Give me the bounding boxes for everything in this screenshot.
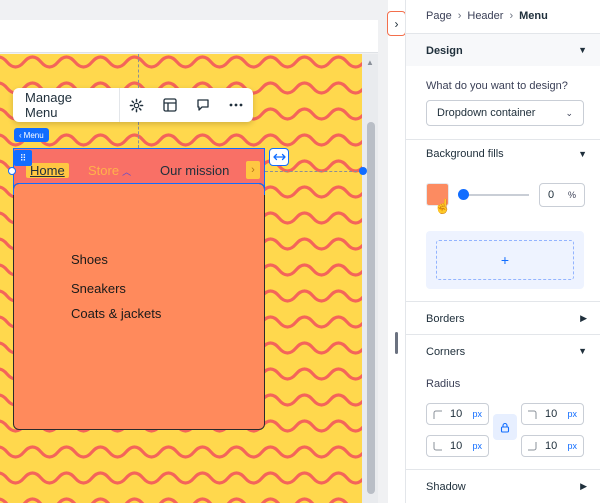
caret-down-icon: ▼ <box>578 149 587 159</box>
canvas-header-strip <box>0 20 378 53</box>
design-question-label: What do you want to design? <box>426 80 568 92</box>
lock-corners-icon[interactable] <box>493 414 517 440</box>
design-panel: Page › Header › Menu Design ▼ What do yo… <box>405 0 600 503</box>
corner-bottom-right-icon <box>528 441 537 450</box>
corner-radius-value: 10 <box>450 408 463 420</box>
vertical-guide-line <box>138 122 139 148</box>
caret-down-icon: ▼ <box>578 45 587 55</box>
dropdown-item-shoes[interactable]: Shoes <box>71 252 108 267</box>
chevron-up-icon: ︿ <box>122 167 132 177</box>
opacity-input[interactable]: 0 % <box>539 183 585 207</box>
drag-handle-icon[interactable]: ⠿ <box>14 150 32 166</box>
more-actions-icon[interactable] <box>220 88 253 122</box>
radius-label: Radius <box>426 378 461 390</box>
panel-resize-grip[interactable] <box>395 332 398 354</box>
horizontal-arrows-icon <box>272 153 286 161</box>
background-fills-header[interactable]: Background fills ▼ <box>406 139 600 167</box>
corner-radius-unit: px <box>567 409 577 419</box>
corner-bottom-left-icon <box>433 441 442 450</box>
breadcrumb-header[interactable]: Header <box>467 10 503 22</box>
hand-pointer-cursor-icon: ☝ <box>434 198 452 214</box>
borders-section-header[interactable]: Borders ▶ <box>406 301 600 334</box>
background-fills-title: Background fills <box>426 148 504 160</box>
dropdown-container[interactable]: Shoes Sneakers Coats & jackets <box>13 183 265 430</box>
menu-item-home[interactable]: Home <box>26 163 69 178</box>
canvas-right-margin <box>378 20 388 503</box>
canvas-top-bar <box>0 0 388 20</box>
selected-element-tag-label: Menu <box>23 130 44 140</box>
design-target-value: Dropdown container <box>437 107 536 119</box>
opacity-slider-handle[interactable] <box>458 189 469 200</box>
vertical-guide-line <box>138 54 139 88</box>
manage-menu-label: Manage Menu <box>25 90 72 120</box>
wave-line <box>0 55 362 69</box>
corner-radius-unit: px <box>472 441 482 451</box>
dropdown-item-coats-jackets[interactable]: Coats & jackets <box>71 306 161 321</box>
borders-title: Borders <box>426 313 465 325</box>
scroll-up-arrow-icon[interactable]: ▲ <box>366 58 374 67</box>
dropdown-selection-outline <box>13 183 265 195</box>
canvas-area: ▲ Manage Menu ‹ Menu Home Store ︿ Our mi… <box>0 0 388 503</box>
horizontal-guide-line <box>265 171 362 172</box>
wave-line <box>0 471 362 485</box>
corner-top-right-icon <box>528 410 537 419</box>
design-section-header[interactable]: Design ▼ <box>406 33 600 66</box>
wave-line <box>0 133 362 147</box>
resize-handle-left[interactable] <box>8 167 16 175</box>
menu-item-store[interactable]: Store ︿ <box>88 163 131 178</box>
selected-element-tag[interactable]: ‹ Menu <box>14 128 49 142</box>
corner-top-left-icon <box>433 410 442 419</box>
collapse-panel-chevron-icon[interactable]: › <box>387 11 406 36</box>
caret-right-icon: ▶ <box>580 313 587 323</box>
canvas-scrollbar-thumb[interactable] <box>367 122 375 494</box>
stretch-width-button[interactable] <box>269 148 289 166</box>
corner-radius-bottom-right[interactable]: 10 px <box>521 435 584 457</box>
plus-icon: + <box>500 252 510 268</box>
caret-down-icon: ▼ <box>578 346 587 356</box>
editor-window: ▲ Manage Menu ‹ Menu Home Store ︿ Our mi… <box>0 0 600 503</box>
corner-radius-bottom-left[interactable]: 10 px <box>426 435 489 457</box>
resize-handle-right[interactable] <box>359 167 367 175</box>
back-chevron-icon: ‹ <box>19 130 22 140</box>
design-title: Design <box>426 45 463 57</box>
corner-radius-value: 10 <box>545 440 558 452</box>
layout-icon[interactable] <box>153 88 186 122</box>
corner-radius-top-right[interactable]: 10 px <box>521 403 584 425</box>
add-fill-area: + <box>426 231 584 289</box>
corner-radius-top-left[interactable]: 10 px <box>426 403 489 425</box>
opacity-slider-track[interactable] <box>463 194 529 196</box>
chevron-down-icon: ⌄ <box>565 107 573 118</box>
shadow-title: Shadow <box>426 481 466 493</box>
wave-line <box>0 497 349 503</box>
dropdown-item-sneakers[interactable]: Sneakers <box>71 281 126 296</box>
element-floating-toolbar: Manage Menu <box>13 88 253 122</box>
corner-radius-value: 10 <box>545 408 558 420</box>
breadcrumb: Page › Header › Menu <box>426 10 548 22</box>
corner-radius-unit: px <box>472 409 482 419</box>
opacity-value: 0 <box>548 189 555 201</box>
menu-scroll-arrow-icon[interactable]: › <box>246 161 260 179</box>
menu-item-our-mission[interactable]: Our mission <box>160 163 229 178</box>
breadcrumb-separator-icon: › <box>509 10 514 22</box>
design-target-select[interactable]: Dropdown container ⌄ <box>426 100 584 126</box>
opacity-unit: % <box>567 190 576 200</box>
caret-right-icon: ▶ <box>580 481 587 491</box>
corners-section-header[interactable]: Corners ▼ <box>406 334 600 368</box>
shadow-section-header[interactable]: Shadow ▶ <box>406 469 600 503</box>
breadcrumb-separator-icon: › <box>457 10 462 22</box>
menu-item-store-label: Store <box>88 163 120 178</box>
corner-radius-value: 10 <box>450 440 463 452</box>
add-fill-button[interactable]: + <box>436 240 574 280</box>
breadcrumb-menu: Menu <box>519 10 548 22</box>
corners-title: Corners <box>426 346 466 358</box>
breadcrumb-page[interactable]: Page <box>426 10 452 22</box>
wave-line <box>0 445 362 459</box>
corner-radius-unit: px <box>567 441 577 451</box>
manage-menu-button[interactable]: Manage Menu <box>13 88 120 122</box>
comment-icon[interactable] <box>186 88 219 122</box>
settings-gear-icon[interactable] <box>120 88 153 122</box>
